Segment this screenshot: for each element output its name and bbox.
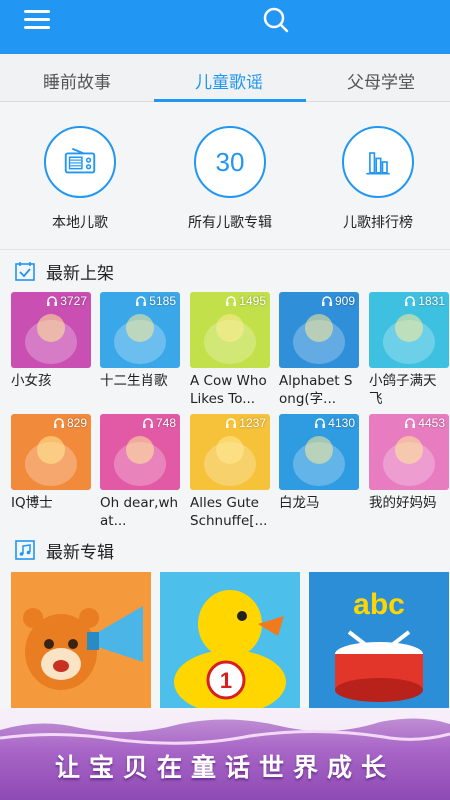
song-thumbnail: 1237 [190,414,270,490]
headphones-icon [47,296,58,306]
all-albums-button[interactable]: 30 所有儿歌专辑 [155,126,305,232]
song-thumbnail: 4130 [279,414,359,490]
song-thumbnail: 748 [100,414,180,490]
play-count-value: 5185 [149,294,176,308]
song-ranking-button[interactable]: 儿歌排行榜 [303,126,450,232]
play-count: 1237 [225,416,266,430]
albums-row: 1 abc [0,572,450,712]
headphones-icon [53,418,64,428]
play-count-value: 3727 [60,294,87,308]
song-card[interactable]: 1495 A Cow Who Likes To... [190,292,270,408]
play-count: 829 [53,416,87,430]
play-count: 3727 [46,294,87,308]
search-icon[interactable] [261,5,291,35]
song-title: 我的好妈妈 [369,495,437,511]
calendar-check-icon [15,262,35,281]
play-count: 1831 [404,294,445,308]
all-albums-label: 所有儿歌专辑 [188,215,272,231]
song-card[interactable]: 1237 Alles Gute Schnuffe[... [190,414,270,530]
local-songs-label: 本地儿歌 [52,215,108,231]
play-count-value: 909 [334,294,355,308]
play-count-value: 4130 [328,416,355,430]
albums-section-header: 最新专辑 [14,537,114,563]
hamburger-menu-icon[interactable] [24,10,50,32]
song-card[interactable]: 1831 小鸽子满天飞 [369,292,449,408]
svg-text:abc: abc [353,588,405,621]
play-count-value: 1237 [239,416,266,430]
play-count: 1495 [225,294,266,308]
song-thumbnail: 4453 [369,414,449,490]
song-thumbnail: 1495 [190,292,270,368]
song-title: 十二生肖歌 [100,373,168,389]
local-songs-button[interactable]: 本地儿歌 [5,126,155,232]
song-title: Oh dear,what... [100,495,179,529]
song-title: 小鸽子满天飞 [369,373,437,407]
latest-section-title: 最新上架 [46,263,114,284]
headphones-icon [226,296,237,306]
song-title: A Cow Who Likes To... [190,373,267,407]
album-count: 30 [215,146,245,177]
song-card[interactable]: 4453 我的好妈妈 [369,414,449,530]
headphones-icon [405,296,416,306]
song-card[interactable]: 4130 白龙马 [279,414,359,530]
play-count: 909 [321,294,355,308]
top-app-bar [0,0,450,54]
abc-drum-album: abc [309,572,449,712]
song-thumbnail: 909 [279,292,359,368]
headphones-icon [136,296,147,306]
bar-chart-icon [342,126,414,198]
album-count-icon: 30 [194,126,266,198]
albums-section-title: 最新专辑 [46,542,114,563]
play-count: 748 [142,416,176,430]
music-note-icon [15,540,35,560]
album-card[interactable]: 1 [160,572,300,712]
song-card[interactable]: 5185 十二生肖歌 [100,292,180,408]
song-card[interactable]: 3727 小女孩 [11,292,91,408]
yellow-duck-album: 1 [160,572,300,712]
headphones-icon [226,418,237,428]
svg-text:1: 1 [220,668,232,693]
album-card[interactable]: abc [309,572,449,712]
headphones-icon [321,296,332,306]
song-title: Alles Gute Schnuffe[... [190,495,268,529]
tab-parent-school[interactable]: 父母学堂 [306,68,450,93]
song-title: Alphabet Song(字... [279,373,353,407]
play-count: 4453 [404,416,445,430]
song-thumbnail: 1831 [369,292,449,368]
tab-children-songs[interactable]: 儿童歌谣 [154,68,304,93]
song-title: IQ博士 [11,495,53,511]
song-thumbnail: 5185 [100,292,180,368]
tab-bar: 睡前故事 儿童歌谣 父母学堂 [0,54,450,102]
song-thumbnail: 3727 [11,292,91,368]
play-count: 4130 [314,416,355,430]
radio-icon [44,126,116,198]
headphones-icon [142,418,153,428]
play-count-value: 1495 [239,294,266,308]
song-ranking-label: 儿歌排行榜 [343,215,413,231]
beaver-megaphone-album [11,572,151,712]
play-count-value: 748 [155,416,176,430]
song-title: 小女孩 [11,373,52,389]
song-card[interactable]: 748 Oh dear,what... [100,414,180,530]
song-title: 白龙马 [279,495,320,511]
play-count-value: 829 [66,416,87,430]
headphones-icon [405,418,416,428]
latest-section-header: 最新上架 [14,258,114,284]
promo-banner[interactable]: 让宝贝在童话世界成长 [0,708,450,800]
headphones-icon [315,418,326,428]
banner-slogan: 让宝贝在童话世界成长 [54,753,395,782]
song-thumbnail: 829 [11,414,91,490]
song-card[interactable]: 909 Alphabet Song(字... [279,292,359,408]
tab-bedtime-stories[interactable]: 睡前故事 [2,68,152,93]
category-shortcuts: 本地儿歌 30 所有儿歌专辑 儿歌排行榜 [0,102,450,250]
play-count-value: 4453 [418,416,445,430]
album-card[interactable] [11,572,151,712]
play-count-value: 1831 [418,294,445,308]
song-card[interactable]: 829 IQ博士 [11,414,91,530]
play-count: 5185 [135,294,176,308]
